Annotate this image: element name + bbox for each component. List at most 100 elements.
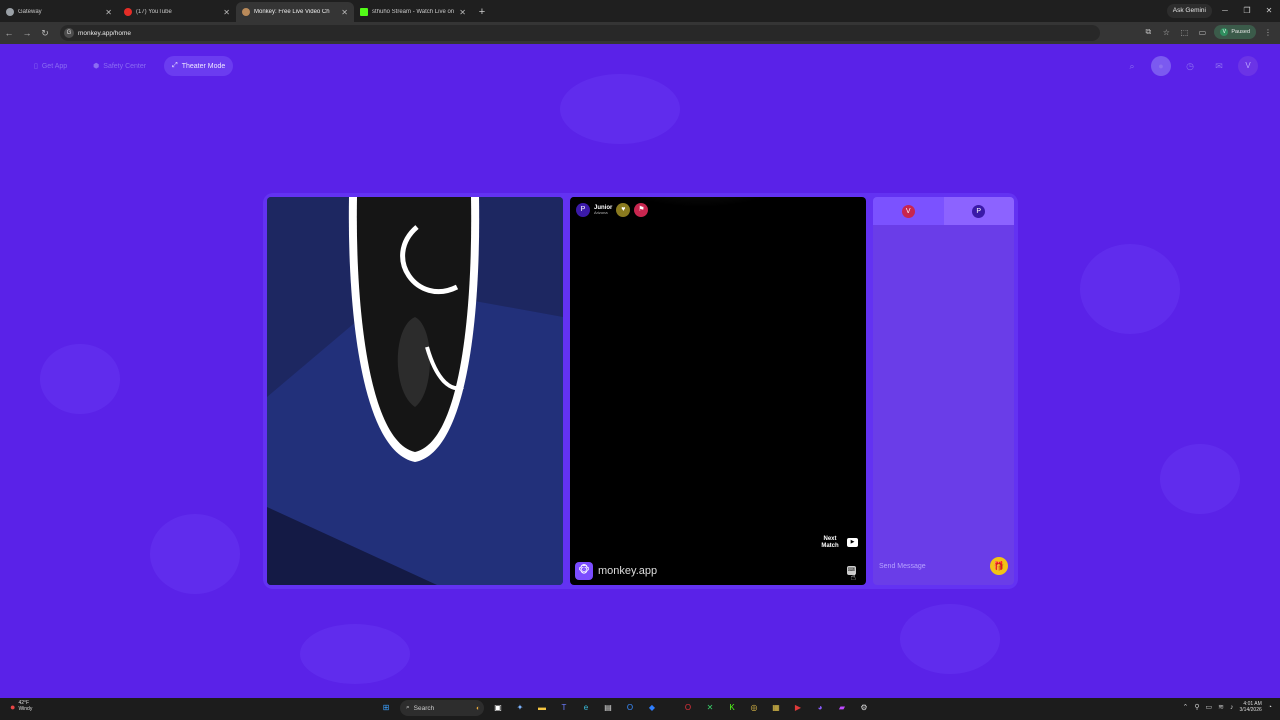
address-bar-row: ← → ↻ G monkey.app/home ⧉ ☆ ⬚ ▭ V Paused… [0,22,1280,44]
copilot-icon[interactable]: ✦ [512,700,528,716]
tab-monkey[interactable]: Monkey: Free Live Video Ch ✕ [236,2,354,22]
search-highlight-icon: ◐ [476,704,480,712]
safety-center-link[interactable]: ⬢ Safety Center [85,56,154,76]
search-icon[interactable]: ⌕ [1122,56,1142,76]
skip-icon: ▶ [847,538,858,548]
ask-gemini-button[interactable]: Ask Gemini [1166,4,1212,18]
tab-title: Gateway [18,9,42,15]
next-label-line1: Next [823,535,837,542]
partner-video: P Junior Arizona ♥ ⚑ Next Match ▶ 🐵 monk… [570,197,866,585]
window-controls: ─ ❐ ✕ [1214,0,1280,22]
gateway-favicon-icon [6,8,14,16]
edge-icon[interactable]: e [578,700,594,716]
discord-icon[interactable]: ◕ [812,700,828,716]
task-view-icon[interactable]: ▣ [490,700,506,716]
background-decoration [1080,244,1180,334]
toolbar-actions: ⧉ ☆ ⬚ ▭ V Paused ⋮ [1142,25,1274,39]
messages-icon[interactable]: ✉ [1209,56,1229,76]
message-input[interactable]: Send Message 🎁 [877,555,1010,577]
next-label-line2: Match [821,542,839,549]
background-decoration [300,624,410,684]
reload-icon[interactable]: ↻ [36,28,54,39]
get-app-link[interactable]: ▯ Get App [26,56,75,76]
browser-tab-strip: Gateway ✕ (17) YouTube ✕ Monkey: Free Li… [0,0,1280,22]
tab-kick-stream[interactable]: sthuho Stream - Watch Live on ✕ [354,2,472,22]
partner-location: Arizona [594,210,608,215]
chrome-icon[interactable]: ◎ [746,700,762,716]
notes-icon[interactable]: ▦ [768,700,784,716]
chat-panel: V P Send Message 🎁 [873,197,1014,585]
opera-icon[interactable]: O [680,700,696,716]
chat-user-self[interactable]: V [873,197,944,225]
teams-icon[interactable]: T [556,700,572,716]
back-icon[interactable]: ← [0,28,18,38]
partner-details: Junior Arizona [594,205,612,215]
report-flag-icon[interactable]: ⚑ [634,203,649,217]
history-icon[interactable]: ◷ [1180,56,1200,76]
weather-widget[interactable]: ● 42°F Windy [10,700,32,712]
xbox-icon[interactable]: ✕ [702,700,718,716]
location-icon[interactable]: ⚲ [1194,703,1199,711]
close-tab-icon[interactable]: ✕ [459,8,466,17]
tab-youtube[interactable]: (17) YouTube ✕ [118,2,236,22]
top-right-actions: ⌕ ● ◷ ✉ V [1122,56,1258,76]
extensions-icon[interactable]: ⬚ [1178,28,1190,37]
search-label: Search [413,704,435,712]
chat-user-partner[interactable]: P [943,197,1014,225]
profile-avatar[interactable]: V [1238,56,1258,76]
url-field[interactable]: G monkey.app/home [60,25,1100,41]
tab-title: Monkey: Free Live Video Ch [254,9,330,15]
store-icon[interactable]: ▤ [600,700,616,716]
theater-mode-button[interactable]: ⤢ Theater Mode [164,56,234,76]
chevron-up-icon[interactable]: ⌃ [1183,703,1189,711]
profile-status: Paused [1231,29,1250,35]
phone-icon: ▯ [34,63,38,70]
close-tab-icon[interactable]: ✕ [105,8,112,17]
display-icon[interactable]: ▭ [1206,703,1213,711]
gift-icon[interactable]: 🎁 [990,557,1008,575]
background-decoration [900,604,1000,674]
weather-icon: ● [10,701,16,712]
restore-icon[interactable]: ❐ [1236,0,1258,22]
background-decoration [560,74,680,144]
settings-gear-icon[interactable]: ⚙ [856,700,872,716]
partner-avatar[interactable]: P [576,203,590,217]
close-tab-icon[interactable]: ✕ [341,8,348,17]
bookmark-star-icon[interactable]: ☆ [1160,28,1172,37]
twitch-icon[interactable]: ▰ [834,700,850,716]
menu-kebab-icon[interactable]: ⋮ [1262,28,1274,37]
wifi-icon[interactable]: ≋ [1218,703,1224,711]
expand-icon: ⤢ [172,62,178,69]
notification-bell-icon[interactable]: ◔ [1268,704,1272,711]
clock[interactable]: 4:01 AM 3/14/2026 [1240,701,1262,713]
monkey-app-page: ▯ Get App ⬢ Safety Center ⤢ Theater Mode… [0,44,1280,698]
media-icon[interactable]: ▶ [790,700,806,716]
profile-paused-button[interactable]: V Paused [1214,25,1256,39]
new-tab-button[interactable]: + [472,2,492,22]
defender-icon[interactable]: ◆ [644,700,660,716]
weather-text: 42°F Windy [18,700,32,712]
self-video [267,197,563,585]
next-match-button[interactable]: Next Match ▶ [819,536,858,550]
windows-start-icon[interactable]: ⊞ [378,700,394,716]
minimize-icon[interactable]: ─ [1214,0,1236,22]
message-placeholder: Send Message [879,562,926,570]
kick-icon[interactable]: K [724,700,740,716]
file-explorer-icon[interactable]: ▬ [534,700,550,716]
background-decoration [40,344,120,414]
forward-icon[interactable]: → [18,28,36,38]
profile-avatar: V [1220,28,1229,36]
outlook-icon[interactable]: O [622,700,638,716]
close-tab-icon[interactable]: ✕ [223,8,230,17]
like-heart-icon[interactable]: ♥ [616,203,631,217]
side-panel-icon[interactable]: ▭ [1196,28,1208,37]
volume-icon[interactable]: ♪ [1230,704,1234,711]
site-info-icon[interactable]: G [64,28,74,38]
background-decoration [150,514,240,594]
taskbar-search[interactable]: ⌕ Search ◐ [400,700,484,716]
install-app-icon[interactable]: ⧉ [1142,27,1154,37]
coins-icon[interactable]: ● [1151,56,1171,76]
close-window-icon[interactable]: ✕ [1258,0,1280,22]
tab-gateway[interactable]: Gateway ✕ [0,2,118,22]
video-chat-stage: P Junior Arizona ♥ ⚑ Next Match ▶ 🐵 monk… [263,193,1018,589]
